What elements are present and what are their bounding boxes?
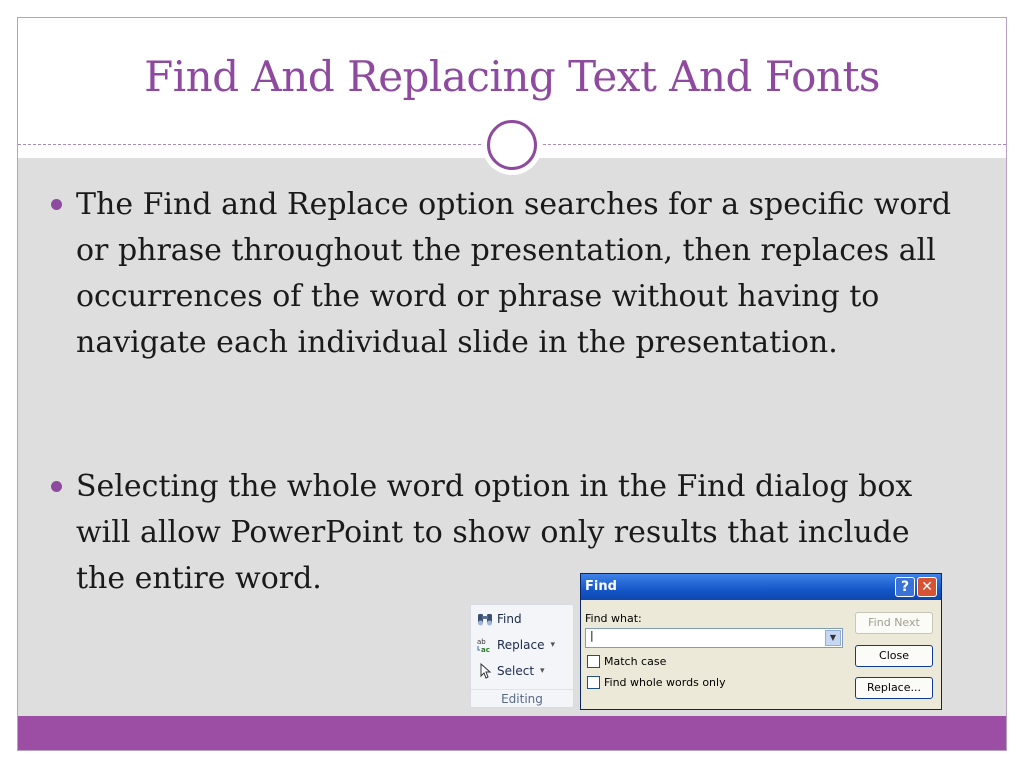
svg-text:ab: ab: [477, 638, 486, 646]
ribbon-find-button[interactable]: Find: [477, 609, 522, 629]
find-next-button[interactable]: Find Next: [855, 612, 933, 634]
chevron-down-icon: ▾: [540, 666, 545, 676]
replace-icon: ab ac: [477, 637, 493, 654]
question-icon: ?: [900, 579, 910, 595]
match-case-option[interactable]: Match case: [587, 655, 666, 668]
ribbon-replace-label: Replace: [497, 638, 545, 652]
find-what-input[interactable]: |: [585, 628, 843, 648]
bullet-item: The Find and Replace option searches for…: [51, 182, 956, 366]
binoculars-icon: [477, 611, 493, 627]
whole-words-checkbox[interactable]: [587, 676, 600, 689]
whole-words-label: Find whole words only: [604, 676, 726, 689]
find-what-label: Find what:: [585, 612, 642, 625]
close-icon: ✕: [921, 579, 933, 595]
ribbon-editing-group: Find ab ac Replace ▾ Select ▾ Editing: [470, 604, 574, 708]
bullet-text: The Find and Replace option searches for…: [76, 187, 952, 360]
slide-title: Find And Replacing Text And Fonts: [144, 52, 880, 101]
bullet-dot-icon: [51, 199, 62, 210]
ribbon-select-button[interactable]: Select ▾: [477, 661, 545, 681]
dialog-titlebar[interactable]: Find ? ✕: [581, 574, 941, 600]
svg-text:ac: ac: [481, 646, 490, 653]
cursor-arrow-icon: [477, 662, 493, 679]
bottom-accent-bar: [18, 716, 1006, 750]
match-case-checkbox[interactable]: [587, 655, 600, 668]
dialog-title: Find: [585, 579, 617, 594]
match-case-label: Match case: [604, 655, 667, 668]
divider-circle-icon: [487, 120, 537, 170]
ribbon-group-label: Editing: [471, 689, 573, 706]
find-history-dropdown[interactable]: ▼: [825, 630, 841, 646]
help-button[interactable]: ?: [895, 577, 915, 597]
chevron-down-icon: ▼: [829, 633, 837, 642]
dialog-close-button[interactable]: ✕: [917, 577, 937, 597]
ribbon-find-label: Find: [497, 612, 522, 626]
replace-button[interactable]: Replace...: [855, 677, 933, 699]
bullet-dot-icon: [51, 481, 62, 492]
chevron-down-icon: ▾: [550, 640, 555, 650]
whole-words-option[interactable]: Find whole words only: [587, 676, 726, 689]
close-button[interactable]: Close: [855, 645, 933, 667]
ribbon-select-label: Select: [497, 664, 535, 678]
ribbon-replace-button[interactable]: ab ac Replace ▾: [477, 635, 555, 655]
find-dialog: Find ? ✕ Find what: | ▼ Match case Find …: [580, 573, 942, 710]
